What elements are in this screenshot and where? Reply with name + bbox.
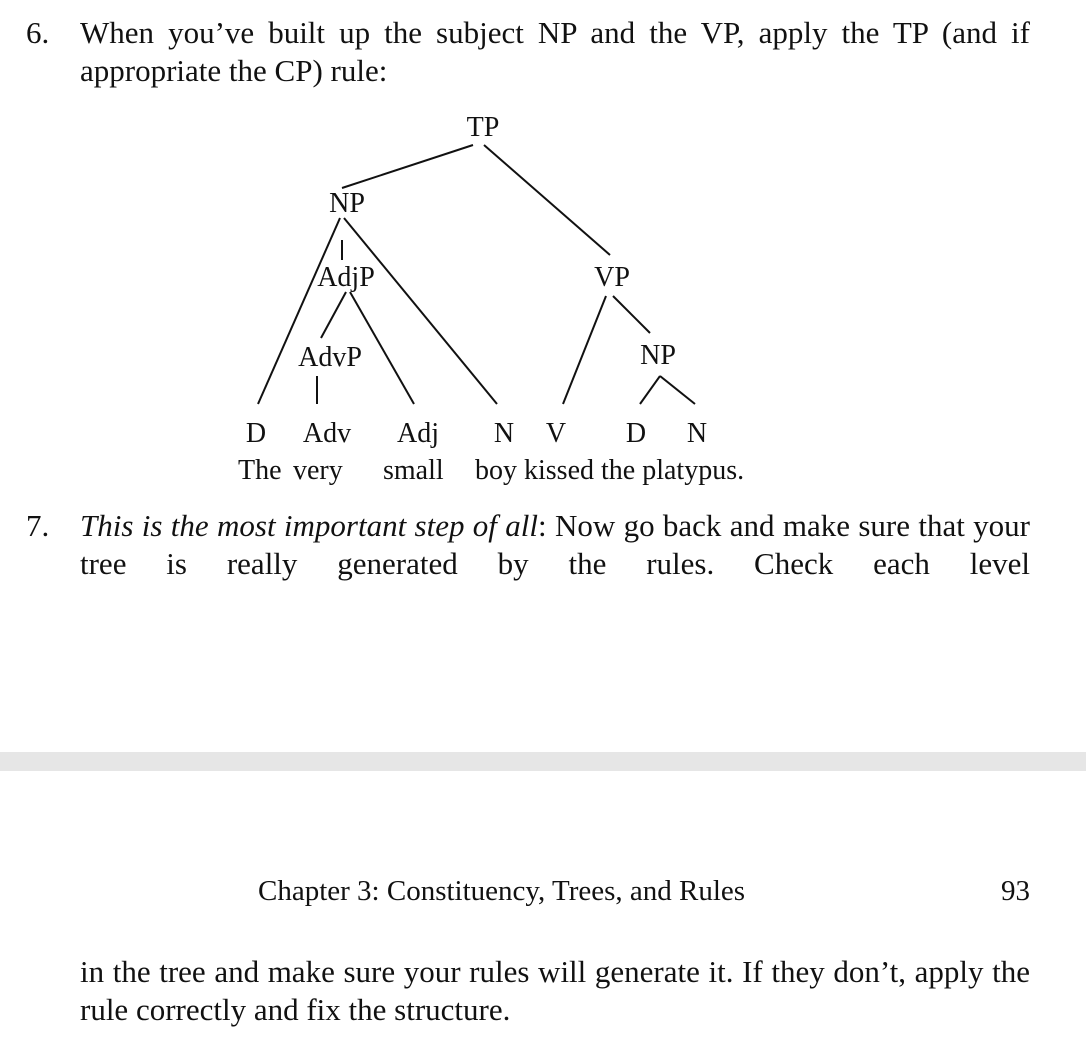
list-item-6: 6. When you’ve built up the subject NP a… — [26, 14, 1030, 90]
page-separator — [0, 752, 1086, 771]
branch-np-d — [257, 217, 341, 405]
chapter-title: Chapter 3: Constituency, Trees, and Rule… — [258, 875, 746, 907]
node-d2: D — [626, 418, 646, 449]
node-n1: N — [494, 418, 514, 449]
branch-vp-v — [562, 295, 607, 405]
node-d1: D — [246, 418, 266, 449]
branch-np-d2 — [639, 375, 661, 405]
node-adv: Adv — [303, 418, 351, 449]
branch-tp-np — [341, 144, 474, 189]
page-number: 93 — [1001, 875, 1030, 907]
branch-np-n2 — [659, 375, 696, 405]
node-n2: N — [687, 418, 707, 449]
item-7-number: 7. — [26, 508, 50, 543]
item-7-text: This is the most important step of all: … — [80, 507, 1030, 583]
branch-adjp-advp — [320, 291, 347, 339]
item-6-text: When you’ve built up the subject NP and … — [80, 15, 1030, 88]
word-very: very — [293, 455, 343, 486]
continuation-text: in the tree and make sure your rules wil… — [80, 954, 1030, 1027]
list-item-7: 7. This is the most important step of al… — [26, 507, 1030, 583]
node-tp: TP — [467, 112, 500, 143]
node-vp: VP — [594, 262, 630, 293]
word-small: small — [383, 455, 444, 486]
syntax-tree: TP NP AdjP AdvP VP NP D Adv Adj N V D N … — [238, 112, 744, 486]
node-adj: Adj — [397, 418, 439, 449]
node-adjp: AdjP — [317, 262, 375, 293]
item-6-number: 6. — [26, 15, 50, 50]
node-np-subject: NP — [329, 188, 365, 219]
branch-vp-np — [612, 295, 651, 334]
node-np-object: NP — [640, 340, 676, 371]
branch-np-n — [343, 217, 498, 405]
word-rest: boy kissed the platypus. — [475, 455, 744, 486]
branch-tp-vp — [483, 144, 611, 256]
node-advp: AdvP — [298, 342, 362, 373]
item-7-emphasis: This is the most important step of all — [80, 508, 538, 543]
node-v: V — [546, 418, 566, 449]
word-the: The — [238, 455, 282, 486]
